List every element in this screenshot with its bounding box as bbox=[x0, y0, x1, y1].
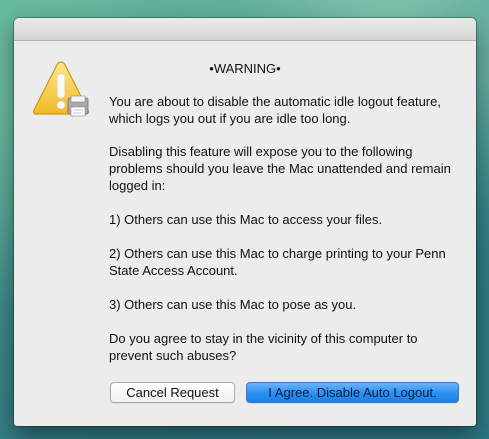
problems-paragraph: Disabling this feature will expose you t… bbox=[109, 144, 451, 193]
agreement-question: Do you agree to stay in the vicinity of … bbox=[109, 331, 418, 363]
agree-disable-logout-button[interactable]: I Agree. Disable Auto Logout. bbox=[246, 382, 459, 403]
problem-item-1: 1) Others can use this Mac to access you… bbox=[109, 212, 383, 227]
problem-item-2: 2) Others can use this Mac to charge pri… bbox=[109, 246, 446, 278]
dialog-title: •WARNING• bbox=[209, 61, 281, 76]
intro-paragraph: You are about to disable the automatic i… bbox=[109, 94, 441, 126]
cancel-request-button[interactable]: Cancel Request bbox=[110, 382, 235, 403]
warning-dialog: •WARNING• You are about to disable the a… bbox=[14, 18, 476, 426]
problem-item-3: 3) Others can use this Mac to pose as yo… bbox=[109, 297, 357, 312]
dialog-titlebar[interactable] bbox=[14, 18, 476, 41]
